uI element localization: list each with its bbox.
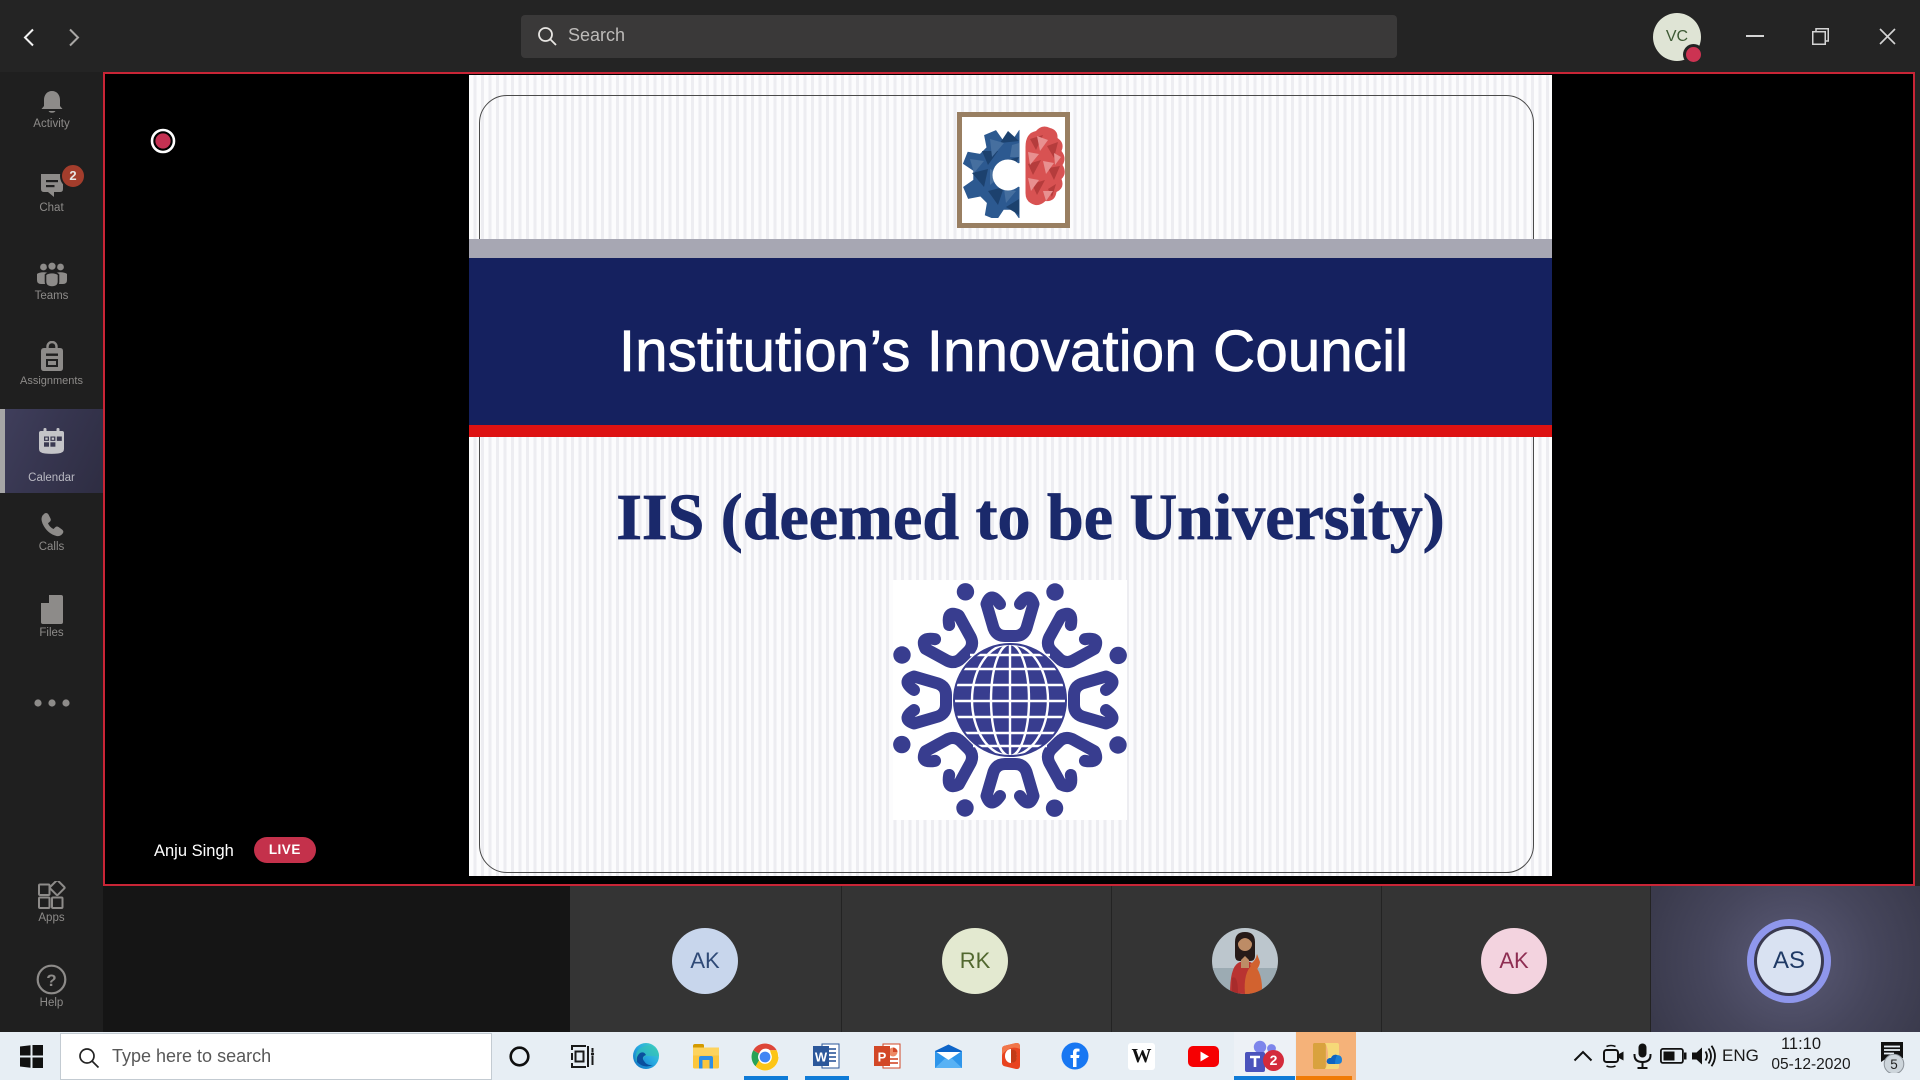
svg-text:W: W — [815, 1050, 828, 1065]
svg-text:P: P — [878, 1050, 887, 1065]
svg-text:?: ? — [46, 971, 56, 990]
svg-text:5: 5 — [1890, 1057, 1898, 1072]
